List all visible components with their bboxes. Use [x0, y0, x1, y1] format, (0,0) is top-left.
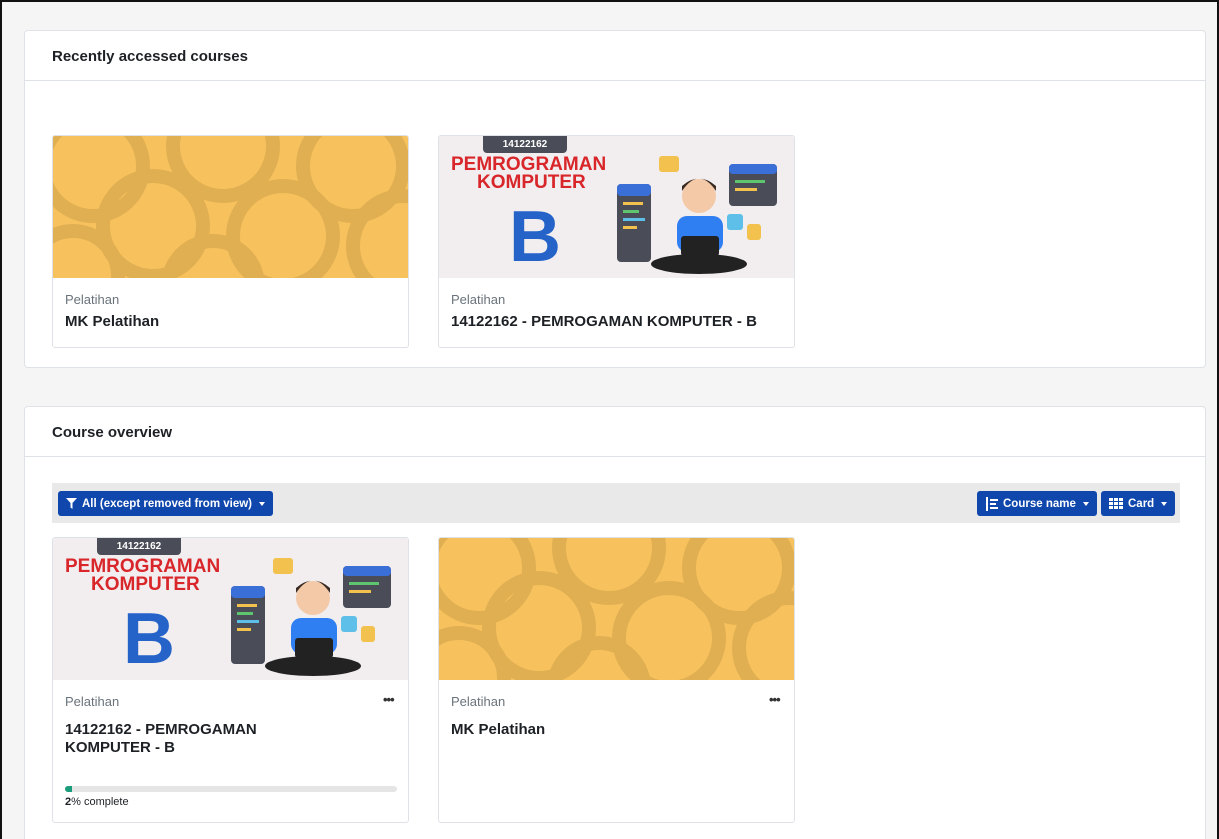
filter-dropdown-button[interactable]: All (except removed from view)	[58, 491, 273, 516]
course-category: Pelatihan	[451, 292, 506, 307]
more-icon[interactable]: •••	[383, 692, 395, 707]
page-frame: Recently accessed courses Pelatihan MK P…	[0, 0, 1219, 839]
course-code-label: 14122162	[483, 136, 567, 153]
more-icon[interactable]: •••	[769, 692, 781, 707]
course-image-letter: B	[509, 197, 561, 277]
grid-icon	[1109, 498, 1123, 509]
recent-course-card[interactable]: Pelatihan MK Pelatihan	[52, 135, 409, 348]
course-overview-panel: Course overview All (except removed from…	[24, 406, 1206, 839]
filter-icon	[66, 498, 77, 509]
sort-icon	[986, 496, 998, 511]
course-category: Pelatihan	[65, 694, 120, 709]
sort-dropdown-button[interactable]: Course name	[977, 491, 1097, 516]
recent-courses-panel: Recently accessed courses Pelatihan MK P…	[24, 30, 1206, 368]
course-image-letter: B	[123, 599, 175, 679]
course-image-pattern[interactable]	[53, 136, 408, 278]
programmer-illustration-icon	[617, 156, 777, 274]
overview-course-card[interactable]: Pelatihan ••• MK Pelatihan	[438, 537, 795, 823]
course-overview-title: Course overview	[25, 407, 1205, 457]
view-dropdown-button[interactable]: Card	[1101, 491, 1176, 516]
chevron-down-icon	[259, 501, 265, 506]
course-category: Pelatihan	[451, 694, 506, 709]
chevron-down-icon	[1161, 501, 1168, 506]
course-image-title-2: KOMPUTER	[477, 172, 586, 193]
course-name[interactable]: 14122162 - PEMROGAMAN KOMPUTER - B	[65, 721, 305, 757]
progress-text: 2% complete	[65, 796, 129, 808]
progress-fill	[65, 786, 72, 792]
progress-suffix: % complete	[71, 796, 129, 808]
course-image-pk[interactable]: 14122162 PEMROGRAMAN KOMPUTER B	[53, 538, 408, 680]
course-image-title-2: KOMPUTER	[91, 574, 200, 595]
recent-courses-title: Recently accessed courses	[25, 31, 1205, 81]
overview-toolbar: All (except removed from view) Course na…	[52, 483, 1180, 523]
view-label: Card	[1128, 497, 1155, 510]
course-image-pattern[interactable]	[439, 538, 794, 680]
progress-bar	[65, 786, 397, 792]
course-name[interactable]: MK Pelatihan	[65, 313, 408, 331]
filter-label: All (except removed from view)	[82, 497, 252, 510]
course-name[interactable]: 14122162 - PEMROGAMAN KOMPUTER - B	[451, 313, 794, 331]
programmer-illustration-icon	[231, 558, 391, 676]
course-image-pk[interactable]: 14122162 PEMROGRAMAN KOMPUTER B	[439, 136, 794, 278]
course-code-label: 14122162	[97, 538, 181, 555]
chevron-down-icon	[1082, 501, 1089, 506]
recent-course-card[interactable]: 14122162 PEMROGRAMAN KOMPUTER B Pelatiha…	[438, 135, 795, 348]
course-category: Pelatihan	[65, 292, 120, 307]
course-name[interactable]: MK Pelatihan	[451, 721, 794, 739]
overview-course-card[interactable]: 14122162 PEMROGRAMAN KOMPUTER B Pelatiha…	[52, 537, 409, 823]
sort-label: Course name	[1003, 497, 1076, 510]
